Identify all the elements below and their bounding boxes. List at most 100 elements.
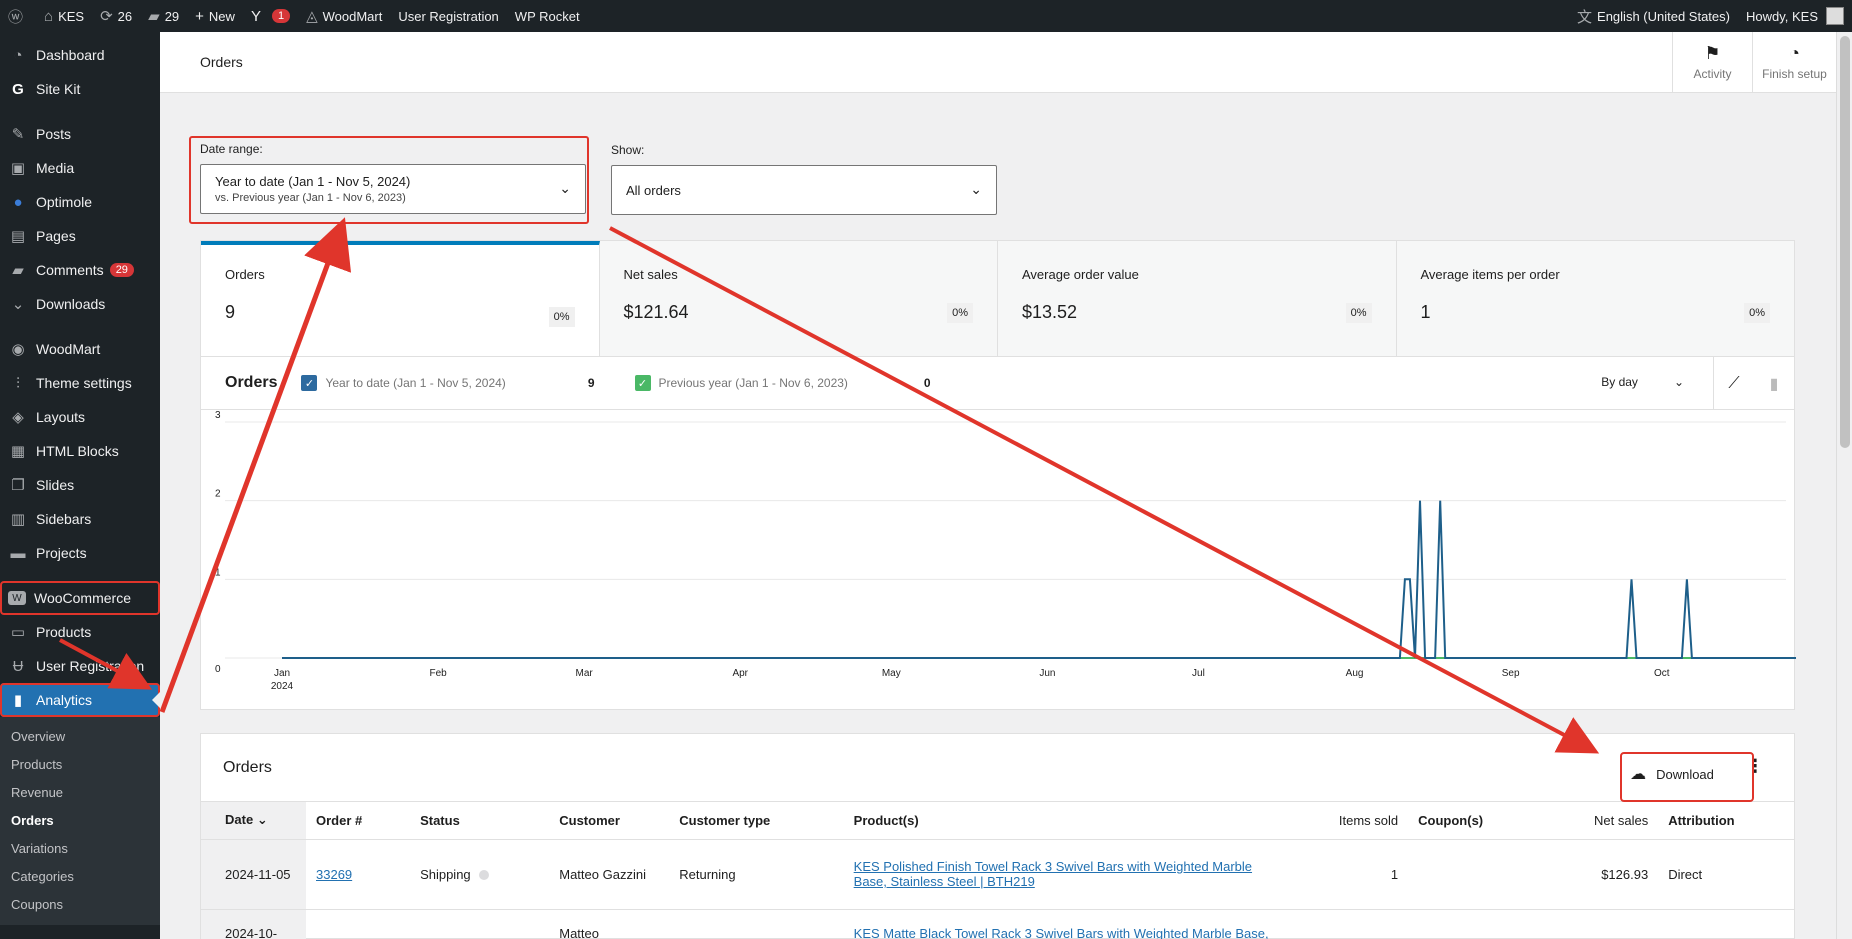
menu-analytics[interactable]: ▮ Analytics [0,683,160,717]
updates-link[interactable]: ⟳ 26 [92,0,140,32]
menu-theme-settings[interactable]: ⫶ Theme settings [0,366,160,400]
plus-icon: + [195,7,204,25]
ur-icon: Ʉ [12,657,24,675]
product-link[interactable]: KES Polished Finish Towel Rack 3 Swivel … [854,859,1252,889]
date-range-highlight [189,136,589,224]
wp-rocket-link[interactable]: WP Rocket [507,0,588,32]
orders-table: Date ⌄ Order # Status Customer Customer … [201,802,1794,939]
layers-icon: ◈ [12,409,24,426]
submenu-revenue[interactable]: Revenue [0,779,160,807]
orders-table-panel: Orders ☁ Download ⋮ Date ⌄ Order # Status… [200,733,1795,939]
show-select[interactable]: All orders ⌄ [611,165,997,215]
y-tick-label: 1 [215,567,221,578]
column-customer[interactable]: Customer [549,802,670,840]
menu-comments[interactable]: ▰ Comments 29 [0,253,160,287]
x-tick-label: May [882,668,901,679]
checkbox-checked-icon[interactable]: ✓ [301,375,318,391]
summary-average-items[interactable]: Average items per order 1 0% [1396,241,1794,356]
column-net-sales[interactable]: Net sales [1541,802,1659,840]
download-highlight [1620,752,1754,802]
submenu-variations[interactable]: Variations [0,835,160,863]
product-link[interactable]: KES Matte Black Towel Rack 3 Swivel Bars… [854,926,1269,939]
sidebar-icon: ▥ [10,511,26,528]
order-link[interactable]: 33269 [316,867,352,882]
menu-posts[interactable]: ✎ Posts [0,117,160,151]
menu-layouts[interactable]: ◈ Layouts [0,400,160,434]
download-icon: ⌄ [11,296,25,313]
menu-products[interactable]: ▭ Products [0,615,160,649]
menu-woodmart[interactable]: ◉ WoodMart [0,332,160,366]
menu-sidebars[interactable]: ▥ Sidebars [0,502,160,536]
column-status[interactable]: Status [410,802,550,840]
table-row: 2024-10- Matteo KES Matte Black Towel Ra… [201,909,1794,939]
updates-icon: ⟳ [100,8,113,25]
new-content-link[interactable]: + New [187,0,243,32]
column-coupons[interactable]: Coupon(s) [1408,802,1542,840]
column-customer-type[interactable]: Customer type [669,802,844,840]
submenu-overview[interactable]: Overview [0,723,160,751]
my-account-link[interactable]: Howdy, KES [1738,0,1852,32]
menu-woocommerce[interactable]: W WooCommerce [0,581,160,615]
line-chart-icon[interactable]: ⟋ [1714,357,1754,410]
column-date[interactable]: Date ⌄ [201,802,306,840]
site-name-link[interactable]: ⌂ KES [36,0,92,32]
menu-slides[interactable]: ❐ Slides [0,468,160,502]
x-tick-label: Oct [1654,668,1670,679]
woodmart-link[interactable]: ◬ WoodMart [298,0,390,32]
submenu-orders[interactable]: Orders [0,807,160,835]
finish-setup-button[interactable]: ◔ Finish setup [1752,31,1836,93]
dashboard-icon: ◔ [13,46,23,64]
submenu-coupons[interactable]: Coupons [0,891,160,919]
wordpress-logo-icon[interactable]: ⓦ [0,0,36,32]
summary-orders[interactable]: Orders 9 0% [201,241,600,356]
show-value: All orders [626,182,681,198]
menu-media[interactable]: ▣ Media [0,151,160,185]
column-order[interactable]: Order # [306,802,411,840]
activity-button[interactable]: ⚑ Activity [1672,31,1752,93]
column-products[interactable]: Product(s) [843,802,1284,840]
x-tick-label: Sep [1502,668,1520,679]
menu-downloads[interactable]: ⌄ Downloads [0,287,160,321]
chevron-down-icon: ⌄ [256,812,268,828]
show-label: Show: [611,143,645,157]
submenu-categories[interactable]: Categories [0,863,160,891]
woo-icon: W [8,591,26,605]
language-switcher[interactable]: 文 English (United States) [1569,0,1738,32]
summary-net-sales[interactable]: Net sales $121.64 0% [599,241,998,356]
delta-badge: 0% [548,307,575,327]
page-title: Orders [200,54,243,70]
menu-pages[interactable]: ▤ Pages [0,219,160,253]
avatar [1826,7,1844,25]
menu-html-blocks[interactable]: ▦ HTML Blocks [0,434,160,468]
summary-average-order-value[interactable]: Average order value $13.52 0% [998,241,1397,356]
legend-current[interactable]: ✓ Year to date (Jan 1 - Nov 5, 2024) 9 [301,375,634,391]
menu-site-kit[interactable]: G Site Kit [0,72,160,106]
checkbox-checked-icon[interactable]: ✓ [634,375,651,391]
yoast-link[interactable]: Y1 [243,0,298,32]
interval-select[interactable]: By day ⌄ [1601,375,1684,389]
woodmart-icon: ◉ [11,341,25,358]
menu-optimole[interactable]: ● Optimole [0,185,160,219]
scrollbar-thumb[interactable] [1840,36,1850,448]
menu-user-registration[interactable]: Ʉ User Registration [0,649,160,683]
bar-chart-icon[interactable]: ▮ [1754,357,1794,410]
delta-badge: 0% [1345,303,1372,323]
menu-dashboard[interactable]: ◔ Dashboard [0,38,160,72]
show-filter: Show: All orders ⌄ [611,143,997,215]
summary-cards: Orders 9 0% Net sales $121.64 0% Average… [200,240,1795,357]
x-tick-label: Jul [1192,668,1205,679]
page-scrollbar[interactable] [1836,32,1852,939]
sliders-icon: ⫶ [16,374,20,392]
comment-icon: ▰ [148,8,160,25]
submenu-products[interactable]: Products [0,751,160,779]
menu-projects[interactable]: ▬ Projects [0,536,160,570]
status-dot-icon [478,870,489,881]
column-attribution[interactable]: Attribution [1658,802,1794,840]
legend-previous[interactable]: ✓ Previous year (Jan 1 - Nov 6, 2023) 0 [634,375,971,391]
table-header-row: Date ⌄ Order # Status Customer Customer … [201,802,1794,840]
column-items-sold[interactable]: Items sold [1283,802,1409,840]
progress-circle-icon: ◔ [1789,43,1800,63]
translate-icon: 文 [1577,8,1593,26]
user-registration-link[interactable]: User Registration [390,0,506,32]
comments-link[interactable]: ▰ 29 [140,0,187,32]
